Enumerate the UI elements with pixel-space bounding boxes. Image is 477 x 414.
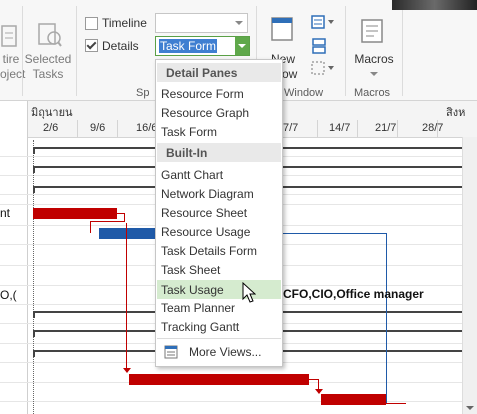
view-option-team-planner[interactable]: Team Planner: [157, 298, 281, 317]
chevron-down-icon: [238, 44, 246, 48]
dropdown-section-header: Detail Panes: [157, 63, 281, 82]
new-window-icon: [271, 17, 293, 41]
dependency-link: [90, 221, 91, 233]
dependency-link: [126, 223, 127, 371]
selected-tasks-label-2: Tasks: [32, 67, 64, 81]
dependency-arrowhead: [315, 389, 323, 394]
view-option-network-diagram[interactable]: Network Diagram: [157, 184, 281, 203]
dependency-link: [386, 403, 406, 404]
details-view-combo[interactable]: Task Form: [155, 36, 250, 56]
timescale-tick: 14/7: [329, 122, 351, 134]
timescale-tick: 9/6: [90, 122, 106, 134]
timescale-tick: 7/7: [283, 122, 299, 134]
more-views-icon: [164, 345, 178, 359]
group-separator: [76, 6, 77, 96]
row-divider: [0, 401, 477, 402]
group-separator: [345, 6, 346, 96]
summary-bar-cap: [33, 147, 35, 154]
timescale-divider: [357, 120, 358, 137]
view-option-resource-sheet[interactable]: Resource Sheet: [157, 203, 281, 222]
view-option-tracking-gantt[interactable]: Tracking Gantt: [157, 317, 281, 336]
window-group-label: Window: [284, 87, 324, 99]
details-label: Details: [102, 39, 139, 53]
details-checkbox[interactable]: [85, 39, 98, 52]
dependency-link: [90, 221, 125, 222]
month-label-right: สิงห: [446, 107, 466, 119]
month-label: มิถุนายน: [31, 107, 73, 119]
entire-project-icon: [1, 25, 17, 47]
dependency-link: [386, 233, 387, 403]
resource-names-label: CFO,CIO,Office manager: [283, 287, 424, 301]
chevron-down-icon: [370, 72, 378, 76]
hide-window-icon[interactable]: [311, 60, 337, 78]
group-separator: [22, 6, 23, 96]
timescale-divider: [117, 120, 118, 137]
entire-project-label-2: oject: [0, 67, 26, 81]
more-views-option[interactable]: More Views...: [157, 342, 281, 361]
summary-bar-cap: [33, 311, 35, 318]
macros-group-label: Macros: [354, 87, 391, 99]
split-view-group-label: Sp: [136, 87, 150, 99]
entire-project-button[interactable]: tire oject: [0, 0, 26, 86]
task-bar-critical[interactable]: [129, 374, 309, 385]
timeline-checkbox[interactable]: [85, 17, 98, 30]
task-name-fragment: nt: [0, 206, 11, 220]
chevron-down-icon: [235, 21, 243, 25]
view-option-task-details-form[interactable]: Task Details Form: [157, 241, 281, 260]
view-option-gantt-chart[interactable]: Gantt Chart: [157, 165, 281, 184]
timescale-divider: [317, 120, 318, 137]
view-option-task-usage[interactable]: Task Usage: [157, 280, 281, 299]
selected-tasks-icon: [38, 23, 62, 47]
selected-tasks-label: Selected: [24, 52, 72, 66]
summary-bar-cap: [33, 166, 35, 173]
vertical-scrollbar[interactable]: [462, 137, 477, 414]
timescale-tick: 21/7: [375, 122, 397, 134]
switch-windows-icon[interactable]: [311, 14, 337, 32]
details-view-value: Task Form: [159, 39, 218, 53]
group-separator: [402, 6, 403, 96]
timescale-divider: [77, 120, 78, 137]
mouse-cursor-icon: [242, 282, 256, 303]
scroll-down-arrow-icon[interactable]: [466, 406, 474, 410]
details-dropdown-button[interactable]: [235, 37, 249, 55]
dependency-arrowhead: [123, 368, 131, 373]
project-start-line: [33, 140, 34, 414]
dropdown-section-header: Built-In: [157, 143, 281, 162]
timescale-tick: 28/7: [422, 122, 444, 134]
timescale-tick: 2/6: [43, 122, 59, 134]
task-table-column: [0, 101, 28, 414]
view-option-resource-form[interactable]: Resource Form: [157, 84, 281, 103]
summary-bar-cap: [33, 330, 35, 337]
task-name-fragment: O,(: [0, 288, 17, 302]
task-bar-critical[interactable]: [33, 208, 117, 219]
summary-bar-cap: [33, 350, 35, 357]
task-bar[interactable]: [99, 228, 157, 239]
view-option-resource-usage[interactable]: Resource Usage: [157, 222, 281, 241]
macros-button[interactable]: Macros: [350, 0, 398, 86]
macros-icon: [361, 19, 383, 43]
macros-label: Macros: [354, 52, 394, 66]
view-option-task-form[interactable]: Task Form: [157, 122, 281, 141]
task-bar-critical[interactable]: [321, 394, 386, 405]
user-avatar[interactable]: [392, 0, 477, 10]
view-option-task-sheet[interactable]: Task Sheet: [157, 260, 281, 279]
summary-bar-cap: [33, 186, 35, 193]
view-option-resource-graph[interactable]: Resource Graph: [157, 103, 281, 122]
timescale-divider: [397, 120, 398, 137]
details-view-dropdown: Detail Panes Resource Form Resource Grap…: [155, 59, 283, 367]
arrange-all-icon[interactable]: [311, 38, 331, 56]
dropdown-separator: [157, 338, 281, 339]
entire-project-label: tire: [2, 52, 20, 66]
timeline-combo[interactable]: [155, 13, 248, 33]
selected-tasks-button[interactable]: Selected Tasks: [24, 0, 72, 86]
timeline-label: Timeline: [102, 16, 147, 30]
